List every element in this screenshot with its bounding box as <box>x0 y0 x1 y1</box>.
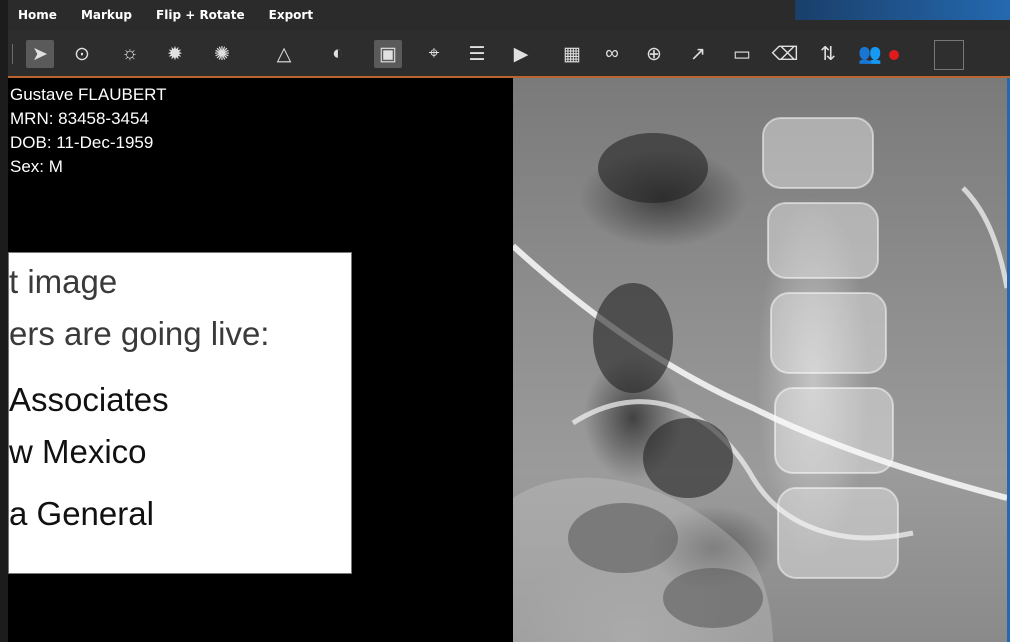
zoom-fit-icon[interactable]: ⊙ <box>68 40 96 68</box>
select-pointer-icon[interactable]: ➤ <box>26 40 54 68</box>
xray-image[interactable] <box>513 78 1007 642</box>
color-swatch-button[interactable] <box>934 40 964 70</box>
overlay-text-line: a General <box>9 495 154 532</box>
record-indicator-icon <box>889 50 899 60</box>
play-cine-icon[interactable]: ▶ <box>507 40 535 68</box>
arrow-annotate-icon[interactable]: ↗ <box>684 40 712 68</box>
left-window-edge <box>0 0 8 642</box>
patient-sex: Sex: M <box>10 157 63 176</box>
link-icon[interactable]: ∞ <box>598 40 626 68</box>
patient-mrn: MRN: 83458-3454 <box>10 109 149 128</box>
overlay-text-line: ers are going live: <box>9 315 270 352</box>
background-window-corner <box>795 0 1010 20</box>
overlay-text-line: Associates <box>9 381 169 418</box>
crosshair-icon[interactable]: ⌖ <box>420 40 448 68</box>
dicom-viewer-app: Home Markup Flip + Rotate Export ➤ ⊙ ☼ ✹ ✺ △ ◐… <box>8 0 1010 642</box>
patient-dob: DOB: 11-Dec-1959 <box>10 133 154 152</box>
layout-grid-icon[interactable]: ▦ <box>558 40 586 68</box>
ruler-icon[interactable]: ▭ <box>728 40 756 68</box>
tab-export[interactable]: Export <box>257 0 325 30</box>
ribbon-tabs: Home Markup Flip + Rotate Export <box>8 0 1010 30</box>
tab-home[interactable]: Home <box>8 0 69 30</box>
window-level-icon[interactable]: ✺ <box>208 40 236 68</box>
tab-markup[interactable]: Markup <box>69 0 144 30</box>
overlay-text-line: t image <box>9 263 118 300</box>
patient-name: Gustave FLAUBERT <box>10 85 167 104</box>
patient-info-overlay: Gustave FLAUBERT MRN: 83458-3454 DOB: 11… <box>10 83 167 179</box>
toolbar-separator <box>12 44 13 64</box>
zoom-in-icon[interactable]: ⊕ <box>640 40 668 68</box>
overlay-text-line: w Mexico <box>9 433 147 470</box>
angle-measure-icon[interactable]: △ <box>270 40 298 68</box>
toolbar: ➤ ⊙ ☼ ✹ ✺ △ ◐ ▣ ⌖ ☰ ▶ ▦ ∞ ⊕ ↗ ▭ ⌫ ⇅ 👥 <box>8 30 1010 78</box>
swap-icon[interactable]: ⇅ <box>814 40 842 68</box>
patient-info-toggle-icon[interactable]: ▣ <box>374 40 402 68</box>
xray-structures <box>513 117 1007 642</box>
auto-window-level-icon[interactable]: ✹ <box>161 40 189 68</box>
eraser-icon[interactable]: ⌫ <box>771 40 799 68</box>
stack-icon[interactable]: ☰ <box>463 40 491 68</box>
tab-flip-rotate[interactable]: Flip + Rotate <box>144 0 257 30</box>
invert-contrast-icon[interactable]: ◐ <box>324 40 352 68</box>
brightness-icon[interactable]: ☼ <box>116 40 144 68</box>
presentation-text-box: t image ers are going live: Associates w… <box>8 252 352 574</box>
users-icon[interactable]: 👥 <box>856 40 884 68</box>
